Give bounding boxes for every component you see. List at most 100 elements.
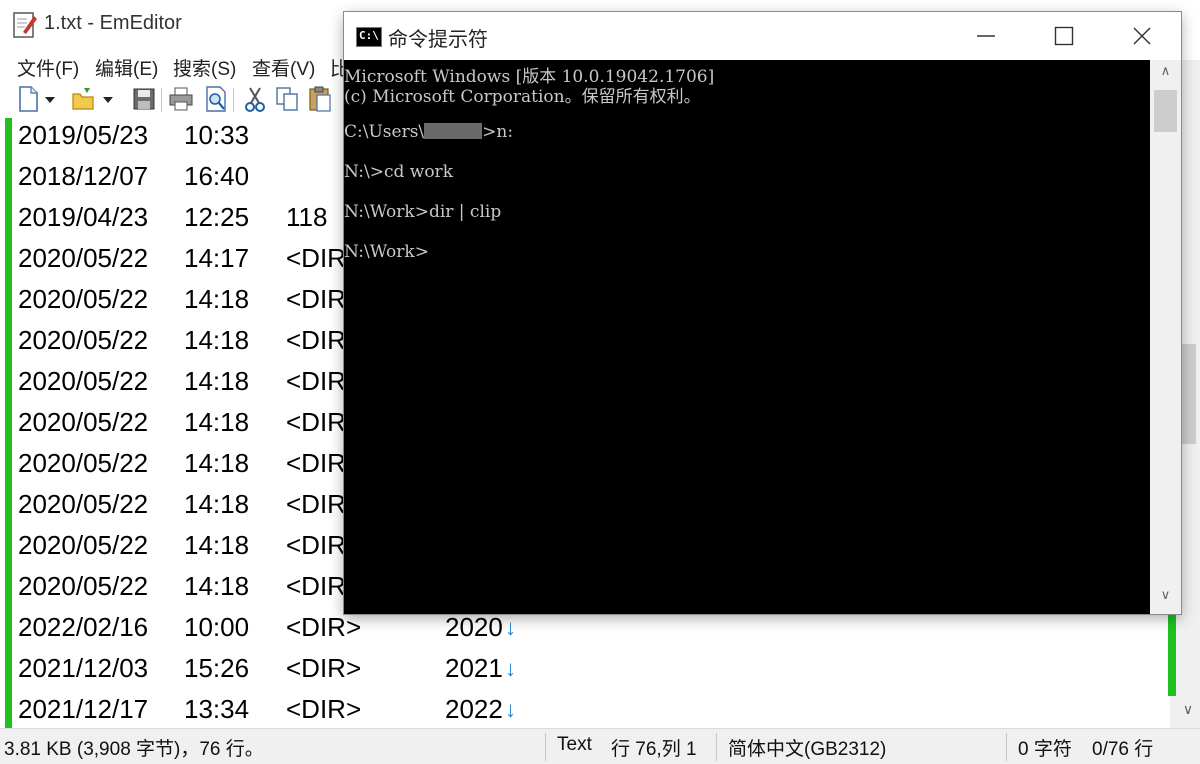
minimize-button[interactable]	[947, 12, 1025, 60]
status-bar: 3.81 KB (3,908 字节)，76 行。 Text 行 76,列 1 简…	[0, 728, 1200, 764]
status-separator	[1006, 733, 1007, 761]
paste-icon[interactable]	[306, 84, 334, 114]
menu-view[interactable]: 查看(V)	[252, 54, 315, 81]
open-folder-icon[interactable]	[70, 84, 98, 114]
console-line: N:\>cd work	[344, 162, 453, 182]
line-type: <DIR	[286, 530, 346, 560]
print-preview-icon[interactable]	[202, 84, 230, 114]
line-name: 2020	[445, 612, 503, 642]
scroll-up-icon[interactable]: ∧	[1150, 64, 1181, 84]
minimize-icon	[977, 35, 995, 37]
line-time: 14:18	[184, 448, 250, 478]
line-date: 2021/12/03	[18, 653, 149, 683]
line-type: <DIR	[286, 489, 346, 519]
status-mode[interactable]: Text	[557, 734, 592, 756]
line-type: <DIR	[286, 448, 346, 478]
line-type: <DIR	[286, 571, 346, 601]
line-date: 2020/05/22	[18, 571, 149, 601]
line-date: 2018/12/07	[18, 161, 149, 191]
menu-edit[interactable]: 编辑(E)	[95, 54, 158, 81]
emeditor-title: 1.txt - EmEditor	[44, 12, 182, 34]
line-type: <DIR	[286, 407, 346, 437]
close-icon	[1133, 27, 1151, 45]
new-dropdown-icon[interactable]	[42, 84, 58, 114]
status-line-count: 0/76 行	[1092, 739, 1154, 760]
newline-mark-icon: ↓	[505, 697, 516, 722]
redacted-username	[424, 123, 483, 139]
line-time: 14:18	[184, 284, 250, 314]
print-icon[interactable]	[167, 84, 195, 114]
line-date: 2020/05/22	[18, 366, 149, 396]
line-date: 2021/12/17	[18, 694, 149, 724]
line-date: 2022/02/16	[18, 612, 149, 642]
status-encoding[interactable]: 简体中文(GB2312)	[728, 734, 886, 761]
new-file-icon[interactable]	[14, 84, 42, 114]
cmd-app-icon: C:\	[356, 27, 382, 47]
cmd-vertical-scrollbar[interactable]: ∧ ∨	[1150, 60, 1181, 614]
menu-search[interactable]: 搜索(S)	[173, 54, 236, 81]
save-icon[interactable]	[130, 84, 158, 114]
line-time: 14:18	[184, 571, 250, 601]
line-date: 2020/05/22	[18, 243, 149, 273]
line-type: 118	[286, 202, 328, 232]
console-line: N:\Work>	[344, 242, 429, 262]
line-type: <DIR>	[286, 612, 362, 642]
copy-icon[interactable]	[273, 84, 301, 114]
status-separator	[545, 733, 546, 761]
newline-mark-icon: ↓	[505, 615, 516, 640]
line-date: 2020/05/22	[18, 489, 149, 519]
toolbar-separator	[233, 88, 234, 112]
editor-scroll-down-icon[interactable]: ∨	[1176, 698, 1200, 722]
newline-mark-icon: ↓	[505, 656, 516, 681]
status-selection: 0 字符	[1018, 739, 1072, 760]
console-line-user-prompt: C:\Users\ >n:	[344, 122, 514, 142]
line-time: 10:00	[184, 612, 250, 642]
open-dropdown-icon[interactable]	[100, 84, 116, 114]
modified-lines-gutter	[5, 118, 12, 728]
line-time: 16:40	[184, 161, 250, 191]
scrollbar-change-marker	[1168, 612, 1176, 696]
line-date: 2020/05/22	[18, 407, 149, 437]
line-time: 12:25	[184, 202, 250, 232]
emeditor-app-icon	[13, 12, 37, 38]
line-time: 14:18	[184, 325, 250, 355]
cut-icon[interactable]	[241, 84, 269, 114]
line-date: 2020/05/22	[18, 325, 149, 355]
line-time: 15:26	[184, 653, 250, 683]
line-name: 2022	[445, 694, 503, 724]
cmd-title: 命令提示符	[388, 29, 488, 51]
scroll-down-icon[interactable]: ∨	[1150, 588, 1181, 608]
cmd-console-output[interactable]: Microsoft Windows [版本 10.0.19042.1706] (…	[344, 60, 1150, 614]
line-type: <DIR>	[286, 653, 362, 683]
line-date: 2020/05/22	[18, 530, 149, 560]
cmd-scroll-thumb[interactable]	[1154, 90, 1177, 132]
line-type: <DIR	[286, 284, 346, 314]
menu-file[interactable]: 文件(F)	[17, 54, 79, 81]
close-button[interactable]	[1103, 12, 1181, 60]
cmd-titlebar[interactable]: C:\ 命令提示符	[344, 12, 1181, 60]
line-time: 14:17	[184, 243, 250, 273]
line-time: 13:34	[184, 694, 250, 724]
line-type: <DIR>	[286, 694, 362, 724]
maximize-icon	[1054, 26, 1074, 46]
maximize-button[interactable]	[1025, 12, 1103, 60]
line-time: 14:18	[184, 407, 250, 437]
line-date: 2019/04/23	[18, 202, 149, 232]
line-time: 10:33	[184, 120, 250, 150]
line-name: 2021	[445, 653, 503, 683]
console-line: (c) Microsoft Corporation。保留所有权利。	[344, 87, 701, 107]
line-type: <DIR	[286, 325, 346, 355]
status-cursor-position[interactable]: 行 76,列 1	[611, 734, 697, 761]
line-time: 14:18	[184, 366, 250, 396]
line-time: 14:18	[184, 489, 250, 519]
line-time: 14:18	[184, 530, 250, 560]
line-date: 2020/05/22	[18, 284, 149, 314]
status-separator	[716, 733, 717, 761]
toolbar-separator	[161, 88, 162, 112]
line-type: <DIR	[286, 366, 346, 396]
line-date: 2019/05/23	[18, 120, 149, 150]
cmd-window: C:\ 命令提示符 Microsoft Windows [版本 10.0.190…	[344, 12, 1181, 614]
line-type: <DIR	[286, 243, 346, 273]
status-file-size: 3.81 KB (3,908 字节)，76 行。	[4, 739, 264, 760]
console-line: N:\Work>dir | clip	[344, 202, 502, 222]
